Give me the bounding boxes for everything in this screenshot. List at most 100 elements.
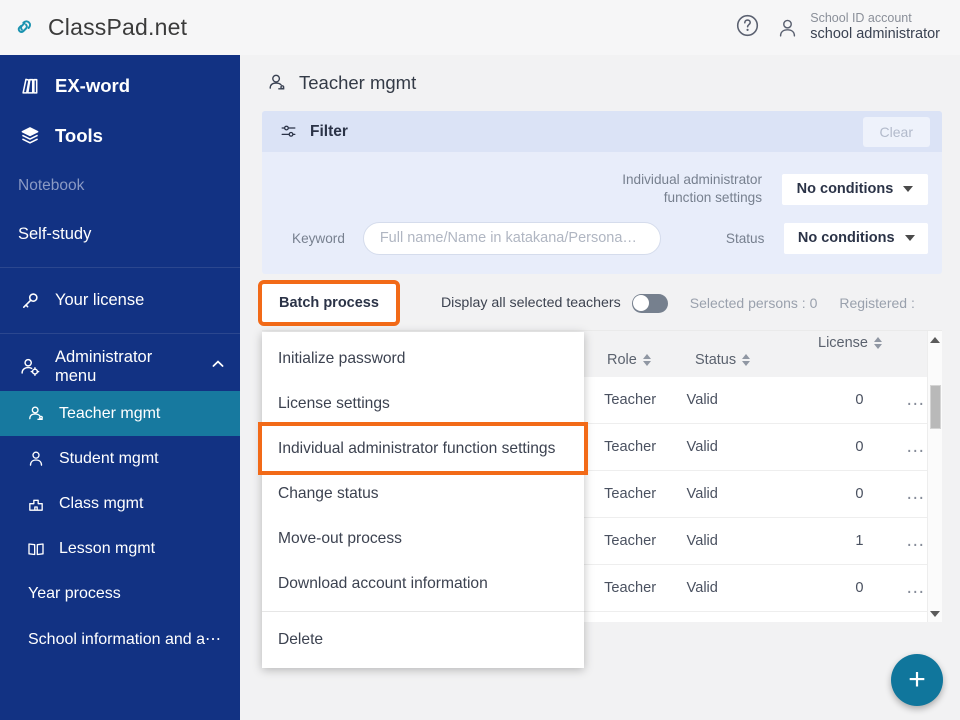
admin-function-dropdown[interactable]: No conditions: [782, 173, 928, 205]
menu-item-label: Move-out process: [278, 529, 402, 547]
selected-persons-count: Selected persons : 0: [689, 295, 818, 311]
display-all-toggle[interactable]: [631, 293, 668, 313]
menu-item-delete[interactable]: Delete: [262, 617, 584, 662]
toggle-knob: [633, 295, 650, 311]
admin-function-label-line1: Individual administrator: [622, 172, 762, 188]
key-icon: [18, 289, 41, 312]
sidebar-item-school-information[interactable]: School information and a⋯: [0, 616, 240, 661]
cell-license: 0: [855, 439, 864, 455]
chevron-up-icon[interactable]: [210, 356, 226, 377]
cell-license: 1: [855, 533, 864, 549]
cell-status: Valid: [686, 533, 718, 549]
menu-item-move-out-process[interactable]: Move-out process: [262, 516, 584, 561]
scroll-down-button[interactable]: [930, 605, 940, 622]
column-header-status[interactable]: Status: [695, 352, 800, 368]
registered-count: Registered :: [839, 295, 915, 311]
filter-row-admin: Individual administrator function settin…: [276, 162, 928, 216]
menu-item-change-status[interactable]: Change status: [262, 471, 584, 516]
sidebar-item-class-mgmt[interactable]: Class mgmt: [0, 481, 240, 526]
sort-icon[interactable]: [642, 354, 651, 366]
batch-process-button[interactable]: Batch process: [258, 280, 400, 326]
menu-item-label: Individual administrator function settin…: [278, 439, 556, 457]
scrollbar-track[interactable]: [928, 349, 943, 605]
sidebar-item-label: Teacher mgmt: [59, 404, 161, 422]
sidebar-item-label: School information and a⋯: [28, 630, 221, 648]
book-open-icon: [26, 539, 46, 559]
menu-item-label: Delete: [278, 630, 324, 648]
sidebar-item-teacher-mgmt[interactable]: Teacher mgmt: [0, 391, 240, 436]
cell-role: Teacher: [604, 580, 657, 596]
sidebar-item-label: Notebook: [18, 176, 85, 194]
sort-icon[interactable]: [742, 354, 751, 366]
batch-process-menu: Initialize password License settings Ind…: [258, 332, 588, 668]
sidebar-item-label: Administrator menu: [55, 347, 153, 385]
sidebar-item-notebook[interactable]: Notebook: [0, 161, 240, 210]
filter-body: Individual administrator function settin…: [262, 152, 942, 274]
scrollbar-thumb[interactable]: [929, 385, 941, 429]
sidebar-item-your-license[interactable]: Your license: [0, 276, 240, 325]
question-circle-icon[interactable]: [735, 13, 760, 43]
top-bar: ClassPad.net School ID account school ad…: [0, 0, 960, 55]
keyword-input[interactable]: [362, 221, 662, 255]
column-header-role[interactable]: Role: [607, 352, 695, 368]
cell-status: Valid: [686, 486, 718, 502]
menu-divider: [262, 611, 584, 612]
table-scrollbar[interactable]: [927, 331, 942, 622]
brand-name: ClassPad.net: [48, 14, 188, 40]
sort-icon[interactable]: [873, 337, 882, 349]
cell-role: Teacher: [604, 486, 657, 502]
toolbar: Batch process Display all selected teach…: [240, 280, 960, 326]
column-header-role-label: Role: [607, 352, 637, 368]
add-teacher-button[interactable]: +: [891, 654, 943, 706]
sidebar-item-year-process[interactable]: Year process: [0, 571, 240, 616]
menu-item-download-account-information[interactable]: Download account information: [262, 561, 584, 606]
clear-button[interactable]: Clear: [862, 116, 930, 147]
page-title: Teacher mgmt: [299, 72, 417, 93]
account-type: School ID account: [810, 10, 912, 25]
brand[interactable]: ClassPad.net: [14, 14, 187, 41]
sidebar-divider: [0, 333, 240, 334]
menu-item-label: Download account information: [278, 574, 488, 592]
sidebar-item-label: Lesson mgmt: [59, 539, 156, 557]
sidebar-item-label: Class mgmt: [59, 494, 144, 512]
sidebar-item-label: Student mgmt: [59, 449, 159, 467]
sidebar-item-administrator-menu[interactable]: Administrator menu: [0, 342, 240, 391]
teacher-icon: [26, 404, 46, 424]
person-icon: [776, 16, 799, 39]
sidebar-item-student-mgmt[interactable]: Student mgmt: [0, 436, 240, 481]
column-header-status-label: Status: [695, 352, 737, 368]
status-label: Status: [725, 230, 765, 246]
account-area[interactable]: School ID account school administrator: [776, 11, 940, 44]
column-header-license[interactable]: License: [800, 335, 910, 351]
person-gear-icon: [18, 355, 41, 378]
menu-item-individual-administrator-function-settings[interactable]: Individual administrator function settin…: [258, 422, 588, 475]
status-dropdown-value: No conditions: [797, 230, 895, 246]
sidebar-item-label: Tools: [55, 125, 103, 146]
chevron-down-icon: [903, 186, 914, 192]
cell-status: Valid: [686, 580, 718, 596]
status-dropdown[interactable]: No conditions: [784, 222, 929, 254]
filter-row-keyword: Keyword Status No conditions: [276, 216, 929, 260]
sidebar-item-ex-word[interactable]: EX-word: [0, 61, 240, 111]
sidebar-item-lesson-mgmt[interactable]: Lesson mgmt: [0, 526, 240, 571]
admin-function-label-line2: function settings: [663, 190, 762, 205]
column-header-license-label: License: [818, 335, 868, 351]
cell-license: 0: [855, 392, 864, 408]
sidebar-item-label: Year process: [28, 584, 121, 602]
account-text: School ID account school administrator: [810, 11, 940, 44]
sidebar-item-self-study[interactable]: Self-study: [0, 210, 240, 259]
sidebar-item-tools[interactable]: Tools: [0, 111, 240, 161]
cell-role: Teacher: [604, 392, 657, 408]
books-icon: [18, 75, 41, 98]
menu-item-license-settings[interactable]: License settings: [262, 381, 584, 426]
app-window: ClassPad.net School ID account school ad…: [0, 0, 960, 720]
cell-status: Valid: [686, 392, 718, 408]
admin-function-dropdown-value: No conditions: [796, 181, 894, 197]
menu-item-label: Initialize password: [278, 349, 406, 367]
scroll-up-button[interactable]: [930, 331, 940, 349]
menu-item-label: Change status: [278, 484, 379, 502]
display-all-label: Display all selected teachers: [440, 295, 621, 311]
sidebar-item-label: Your license: [55, 291, 145, 309]
menu-item-initialize-password[interactable]: Initialize password: [262, 336, 584, 381]
chevron-down-icon: [904, 235, 915, 241]
